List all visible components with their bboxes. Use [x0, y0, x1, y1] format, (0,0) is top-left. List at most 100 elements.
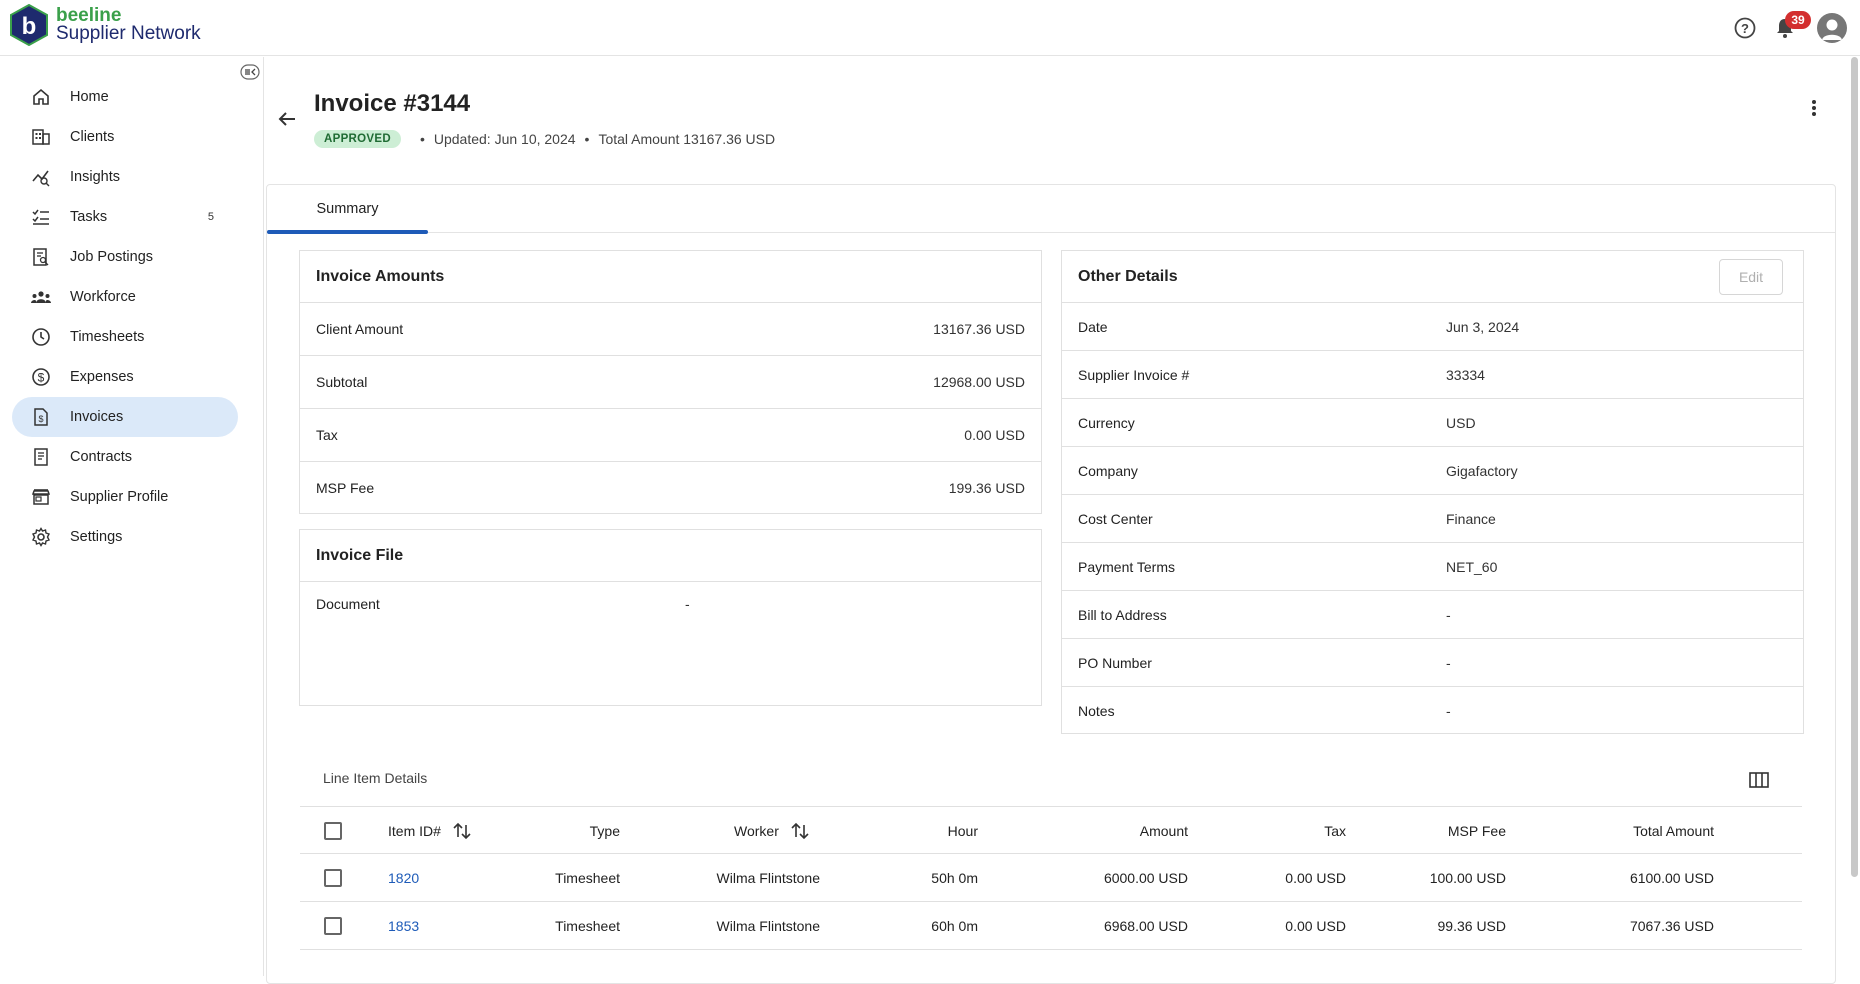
- sidebar-item-label: Supplier Profile: [70, 489, 169, 505]
- sidebar: Home Clients Insights Tasks 5 Job Postin…: [0, 57, 264, 976]
- row-checkbox[interactable]: [324, 917, 342, 935]
- detail-label: Supplier Invoice #: [1078, 366, 1190, 383]
- row-checkbox[interactable]: [324, 869, 342, 887]
- item-total: 7067.36 USD: [1629, 918, 1714, 934]
- insights-icon: [32, 170, 50, 187]
- detail-label: Date: [1078, 318, 1108, 335]
- detail-row: Notes -: [1062, 687, 1803, 735]
- document-row: Document -: [300, 582, 1041, 626]
- detail-value: Jun 3, 2024: [1446, 318, 1520, 335]
- sidebar-item-settings[interactable]: Settings: [12, 517, 238, 557]
- sidebar-item-workforce[interactable]: Workforce: [12, 277, 238, 317]
- sidebar-item-label: Timesheets: [70, 329, 145, 345]
- amount-value: 199.36 USD: [948, 479, 1025, 496]
- sidebar-item-expenses[interactable]: $ Expenses: [12, 357, 238, 397]
- more-options-icon[interactable]: [1802, 96, 1826, 120]
- clock-icon: [32, 328, 50, 346]
- svg-text:b: b: [22, 13, 37, 40]
- updated-date: Updated: Jun 10, 2024: [433, 131, 576, 147]
- sidebar-item-clients[interactable]: Clients: [12, 117, 238, 157]
- column-header-label: Item ID#: [388, 823, 441, 839]
- column-header-label: Amount: [1139, 823, 1188, 839]
- beeline-logo-icon[interactable]: b: [8, 4, 50, 46]
- sidebar-item-label: Contracts: [70, 449, 133, 465]
- sidebar-item-label: Tasks: [70, 209, 108, 225]
- building-icon: [32, 129, 50, 145]
- home-icon: [33, 88, 49, 105]
- detail-row: Company Gigafactory: [1062, 447, 1803, 495]
- sidebar-item-insights[interactable]: Insights: [12, 157, 238, 197]
- user-icon: [1822, 19, 1842, 40]
- item-hour: 60h 0m: [931, 918, 978, 934]
- dollar-icon: $: [32, 368, 50, 386]
- column-header-hour: Hour: [878, 807, 978, 855]
- invoice-file-panel: Invoice File Document -: [299, 529, 1042, 706]
- collapse-sidebar-icon[interactable]: [240, 63, 260, 81]
- sidebar-item-label: Invoices: [70, 409, 124, 425]
- help-icon[interactable]: ?: [1731, 14, 1759, 42]
- column-header-item-id[interactable]: Item ID#: [388, 807, 473, 855]
- column-header-label: MSP Fee: [1447, 823, 1506, 839]
- detail-row: PO Number -: [1062, 639, 1803, 687]
- sidebar-item-label: Clients: [70, 129, 115, 145]
- columns-icon[interactable]: [1748, 770, 1770, 790]
- sidebar-item-home[interactable]: Home: [12, 77, 238, 117]
- total-amount: Total Amount 13167.36 USD: [598, 131, 776, 147]
- item-id-link[interactable]: 1853: [388, 918, 419, 934]
- detail-value: 33334: [1446, 366, 1485, 383]
- notification-count-badge: 39: [1785, 11, 1811, 29]
- line-items-table: Item ID# Type Worker Hour Amount Tax MSP…: [300, 806, 1802, 950]
- tab-label: Summary: [316, 201, 379, 217]
- column-header-tax: Tax: [1188, 807, 1346, 855]
- panel-title: Invoice File: [300, 530, 1041, 582]
- detail-label: Payment Terms: [1078, 558, 1175, 575]
- sidebar-item-label: Job Postings: [70, 249, 154, 265]
- sidebar-item-job-postings[interactable]: Job Postings: [12, 237, 238, 277]
- amount-label: Client Amount: [316, 321, 404, 337]
- document-value: -: [685, 596, 690, 612]
- detail-value: USD: [1446, 414, 1476, 431]
- store-icon: [31, 489, 51, 505]
- sidebar-item-tasks[interactable]: Tasks 5: [12, 197, 238, 237]
- column-header-worker[interactable]: Worker: [734, 807, 811, 855]
- sidebar-item-invoices[interactable]: $ Invoices: [12, 397, 238, 437]
- item-worker: Wilma Flintstone: [716, 918, 820, 934]
- edit-button[interactable]: Edit: [1719, 259, 1783, 295]
- page-title: Invoice #3144: [314, 90, 471, 117]
- sidebar-nav: Home Clients Insights Tasks 5 Job Postin…: [12, 77, 238, 557]
- column-header-amount: Amount: [1020, 807, 1188, 855]
- tasks-count: 5: [207, 211, 214, 223]
- sidebar-item-label: Insights: [70, 169, 120, 185]
- amount-value: 12968.00 USD: [933, 374, 1025, 390]
- detail-row: Supplier Invoice # 33334: [1062, 351, 1803, 399]
- item-amount: 6000.00 USD: [1103, 870, 1188, 886]
- sort-icon[interactable]: [789, 820, 811, 842]
- detail-label: PO Number: [1078, 654, 1152, 671]
- table-row: 1820 Timesheet Wilma Flintstone 50h 0m 6…: [300, 854, 1802, 902]
- item-msp-fee: 99.36 USD: [1437, 918, 1506, 934]
- page-scrollbar[interactable]: [1851, 57, 1858, 877]
- column-header-label: Total Amount: [1633, 823, 1714, 839]
- column-header-total-amount: Total Amount: [1506, 807, 1714, 855]
- avatar[interactable]: [1817, 13, 1847, 43]
- amount-label: Tax: [316, 427, 338, 443]
- gear-icon: [32, 527, 50, 547]
- brand-name: Supplier Network: [56, 23, 201, 44]
- sidebar-item-timesheets[interactable]: Timesheets: [12, 317, 238, 357]
- tab-summary[interactable]: Summary: [267, 185, 428, 234]
- amount-label: Subtotal: [316, 374, 368, 390]
- item-type: Timesheet: [555, 870, 620, 886]
- item-id-link[interactable]: 1820: [388, 870, 419, 886]
- select-all-checkbox[interactable]: [324, 822, 342, 840]
- column-header-label: Hour: [947, 823, 978, 839]
- detail-value: -: [1446, 606, 1451, 623]
- line-items-title: Line Item Details: [323, 770, 428, 786]
- job-postings-icon: [33, 248, 49, 266]
- sidebar-item-contracts[interactable]: Contracts: [12, 437, 238, 477]
- sidebar-item-supplier-profile[interactable]: Supplier Profile: [12, 477, 238, 517]
- status-badge: APPROVED: [314, 130, 401, 148]
- sort-icon[interactable]: [451, 820, 473, 842]
- item-type: Timesheet: [555, 918, 620, 934]
- sidebar-item-label: Home: [70, 89, 109, 105]
- back-arrow-icon[interactable]: [276, 108, 298, 130]
